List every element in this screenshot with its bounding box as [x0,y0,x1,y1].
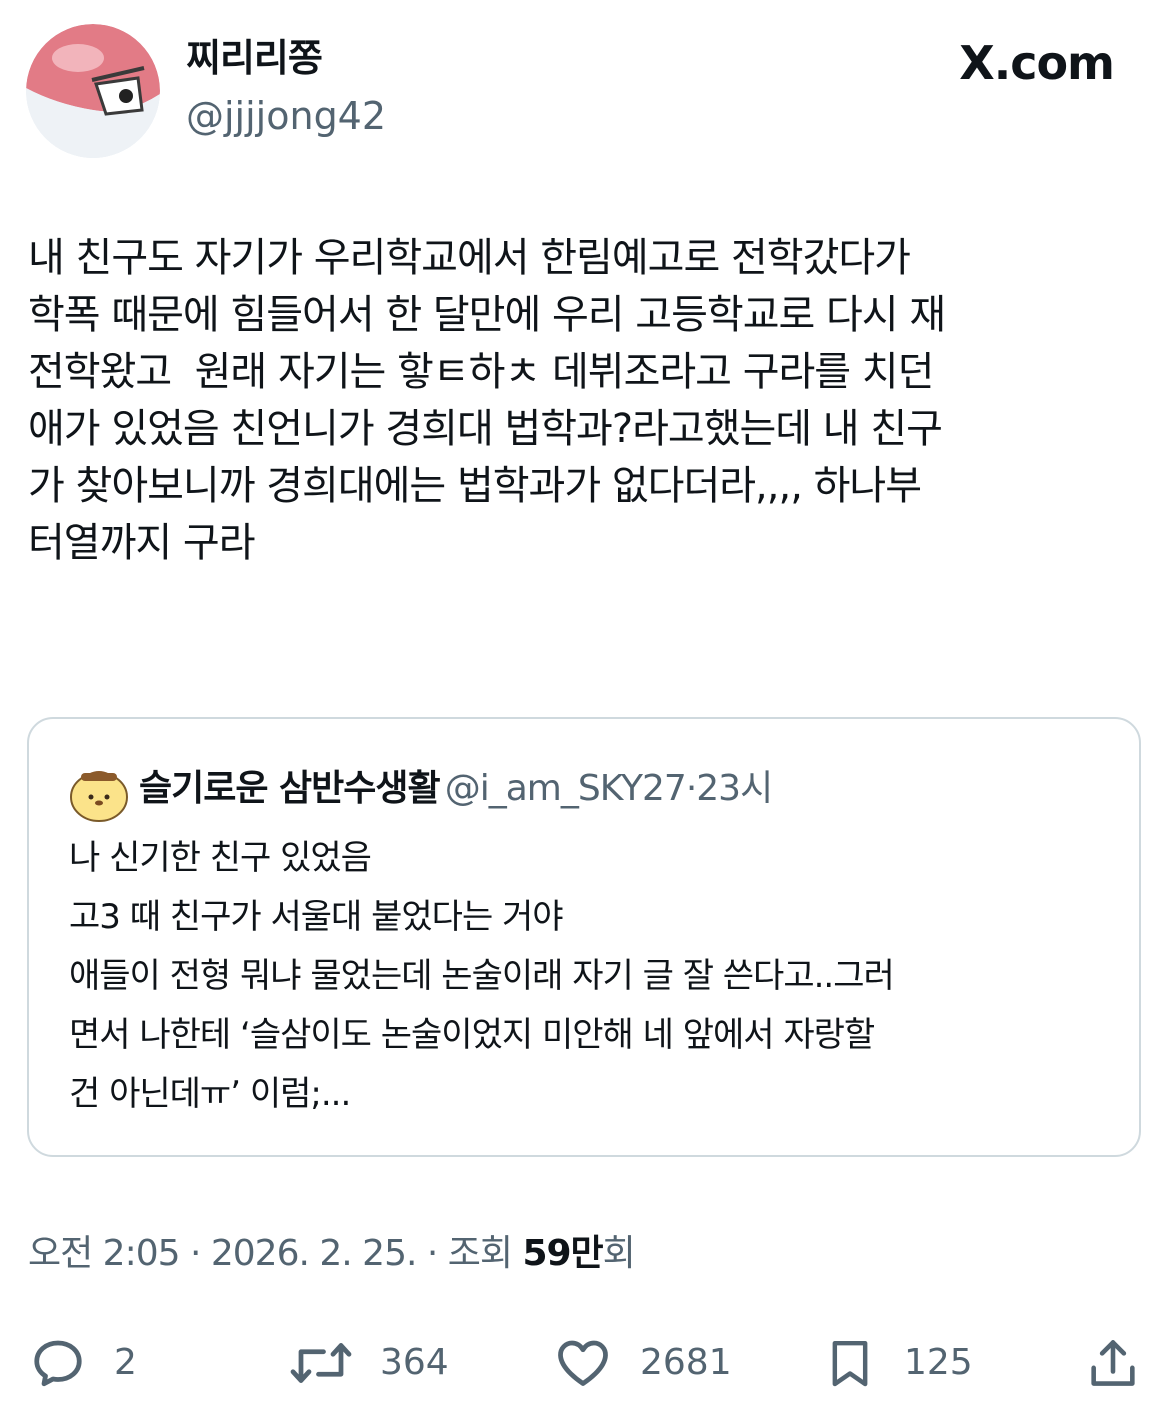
quote-author-handle[interactable]: @i_am_SKY27 [445,768,687,809]
tweet-line: 터열까지 구라 [28,520,256,566]
tweet-text: 내 친구도 자기가 우리학교에서 한림예고로 전학갔다가 학폭 때문에 힘들어서… [28,230,1146,572]
bookmark-button[interactable]: 125 [822,1328,973,1398]
views-unit: 회 [602,1233,636,1274]
like-button[interactable]: 2681 [552,1328,732,1398]
views-count: 59만 [522,1233,603,1274]
like-count: 2681 [640,1342,732,1383]
bookmark-count: 125 [904,1342,973,1383]
quote-author-avatar[interactable] [67,759,131,823]
retweet-button[interactable]: 364 [288,1328,449,1398]
pompompurin-avatar-icon [70,771,128,822]
reply-button[interactable]: 2 [28,1328,137,1398]
quote-author-name[interactable]: 슬기로운 삼반수생활 [139,768,441,809]
tweet-line: 내 친구도 자기가 우리학교에서 한림예고로 전학갔다가 [28,235,911,281]
tweet-meta: 오전 2:05 · 2026. 2. 25. · 조회 59만회 [28,1227,636,1281]
tweet-line: 학폭 때문에 힘들어서 한 달만에 우리 고등학교로 다시 재 [28,292,946,338]
voltorb-avatar-icon [26,24,160,158]
tweet-time[interactable]: 오전 2:05 [28,1233,181,1274]
quote-separator: · [685,768,697,809]
quote-line: 고3 때 친구가 서울대 붙었다는 거야 [69,897,564,937]
author-handle[interactable]: @jjjjong42 [186,95,386,138]
meta-separator: · [416,1233,448,1274]
share-button[interactable] [1084,1328,1142,1398]
author-name[interactable]: 찌리리쫑 [186,37,323,80]
retweet-icon [290,1343,352,1383]
quote-line: 건 아닌데ㅠ’ 이럼;... [69,1074,351,1114]
tweet-line: 전학왔고 원래 자기는 핳ㅌ하ㅊ 데뷔조라고 구라를 치던 [28,349,934,395]
brand-logo: X.com [959,36,1115,90]
quote-line: 면서 나한테 ‘슬삼이도 논술이었지 미안해 네 앞에서 자랑할 [69,1015,875,1055]
share-icon [1091,1340,1135,1386]
heart-icon [558,1340,608,1386]
tweet-line: 애가 있었음 친언니가 경희대 법학과?라고했는데 내 친구 [28,406,943,452]
retweet-count: 364 [380,1342,449,1383]
quote-line: 애들이 전형 뭐냐 물었는데 논술이래 자기 글 잘 쓴다고..그러 [69,956,895,996]
author-avatar[interactable] [26,24,160,158]
tweet-line: 가 찾아보니까 경희대에는 법학과가 없다더라,,,, 하나부 [28,463,922,509]
action-bar: 2 364 2681 125 [0,1320,1170,1408]
quote-line: 나 신기한 친구 있었음 [69,838,372,878]
bookmark-icon [832,1340,868,1387]
reply-count: 2 [114,1342,137,1383]
tweet-date[interactable]: 2026. 2. 25. [211,1233,418,1274]
meta-separator: · [179,1233,211,1274]
quote-text: 나 신기한 친구 있었음 고3 때 친구가 서울대 붙었다는 거야 애들이 전형… [69,829,1119,1124]
reply-icon [34,1340,82,1387]
quoted-tweet-card[interactable]: 슬기로운 삼반수생활 @i_am_SKY27·23시 나 신기한 친구 있었음 … [27,717,1141,1157]
quote-timestamp[interactable]: 23시 [696,768,773,809]
views-label: 조회 [447,1233,523,1274]
quote-header: 슬기로운 삼반수생활 @i_am_SKY27·23시 [139,765,773,819]
